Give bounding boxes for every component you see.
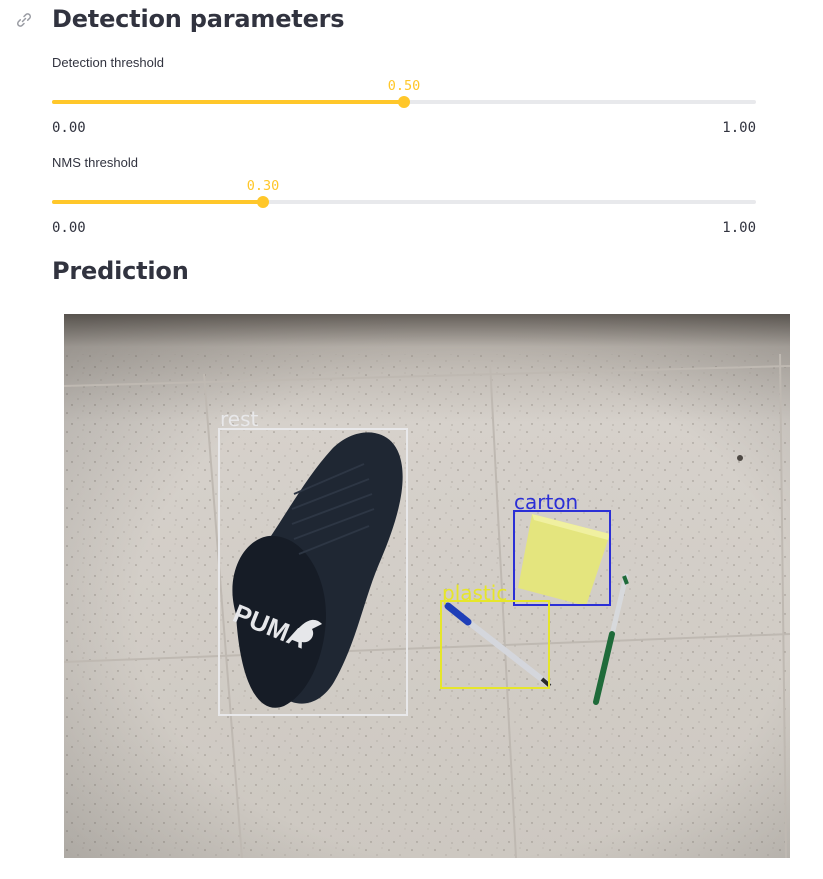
slider-max-label: 1.00 [722,120,756,136]
floor-debris [737,455,743,461]
nms-threshold-label: NMS threshold [52,155,138,170]
prediction-heading: Prediction [52,257,189,285]
slider-min-label: 0.00 [52,120,86,136]
detection-label-plastic: plastic [442,581,507,605]
slider-thumb[interactable] [257,196,269,208]
floor-vignette [64,314,790,858]
slider-value: 0.30 [246,178,280,194]
detection-label-rest: rest [220,407,259,431]
slider-max-label: 1.00 [722,220,756,236]
detection-threshold-label: Detection threshold [52,55,165,70]
nms-threshold-slider[interactable]: 0.30 0.00 1.00 [52,178,756,238]
slider-thumb[interactable] [398,96,410,108]
slider-fill [52,100,404,104]
slider-value: 0.50 [387,78,421,94]
slider-fill [52,200,263,204]
link-icon[interactable] [14,10,34,30]
detection-parameters-heading: Detection parameters [52,5,345,33]
prediction-image: PUMA rest carton plastic [64,314,790,858]
slider-min-label: 0.00 [52,220,86,236]
detection-threshold-slider[interactable]: 0.50 0.00 1.00 [52,78,756,138]
detection-label-carton: carton [514,490,578,514]
